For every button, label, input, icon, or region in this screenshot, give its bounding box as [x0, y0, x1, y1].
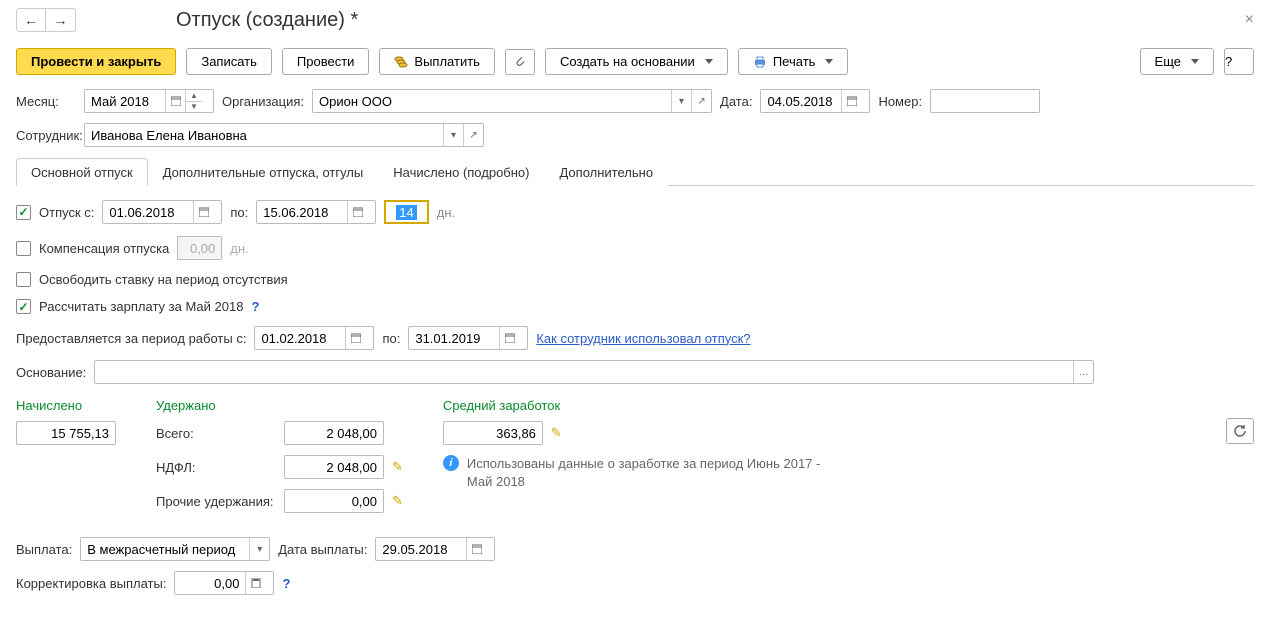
- ndfl-input[interactable]: [284, 455, 384, 479]
- calendar-icon[interactable]: [165, 90, 185, 112]
- dropdown-icon[interactable]: ▾: [443, 124, 463, 146]
- vacation-to-input[interactable]: [257, 201, 347, 223]
- compensation-input: [177, 236, 222, 260]
- post-and-close-button[interactable]: Провести и закрыть: [16, 48, 176, 75]
- days-value: 14: [396, 205, 416, 220]
- calendar-icon[interactable]: [345, 327, 365, 349]
- tab-accrued-detail[interactable]: Начислено (подробно): [378, 158, 544, 186]
- free-position-label: Освободить ставку на период отсутствия: [39, 272, 288, 287]
- info-icon: i: [443, 455, 459, 471]
- ellipsis-button[interactable]: …: [1073, 361, 1093, 383]
- pencil-icon[interactable]: ✎: [392, 493, 403, 509]
- month-label: Месяц:: [16, 94, 76, 109]
- correction-input[interactable]: [175, 572, 245, 594]
- calendar-icon[interactable]: [499, 327, 519, 349]
- vacation-from-label: Отпуск с:: [39, 205, 94, 220]
- payout-date-label: Дата выплаты:: [278, 542, 367, 557]
- calendar-icon[interactable]: [466, 538, 486, 560]
- avg-header: Средний заработок: [443, 398, 847, 413]
- paperclip-icon: [513, 55, 527, 69]
- calendar-icon[interactable]: [193, 201, 213, 223]
- other-input[interactable]: [284, 489, 384, 513]
- correction-label: Корректировка выплаты:: [16, 576, 166, 591]
- help-icon[interactable]: ?: [251, 299, 259, 314]
- month-up-button[interactable]: ▲: [186, 90, 202, 101]
- dropdown-icon[interactable]: ▾: [671, 90, 691, 112]
- compensation-checkbox[interactable]: [16, 241, 31, 256]
- help-button[interactable]: ?: [1224, 48, 1254, 75]
- other-label: Прочие удержания:: [156, 494, 276, 509]
- employee-input[interactable]: [85, 124, 443, 146]
- refresh-button[interactable]: [1226, 418, 1254, 444]
- nav-back-button[interactable]: ←: [16, 8, 46, 32]
- tab-extra-vacation[interactable]: Дополнительные отпуска, отгулы: [148, 158, 379, 186]
- dropdown-icon[interactable]: ▾: [249, 538, 269, 560]
- avg-info-text: Использованы данные о заработке за перио…: [467, 455, 847, 491]
- pay-button[interactable]: Выплатить: [379, 48, 495, 75]
- save-button[interactable]: Записать: [186, 48, 272, 75]
- days-count-box: 14: [384, 200, 428, 224]
- number-input[interactable]: [930, 89, 1040, 113]
- refresh-icon: [1233, 424, 1247, 438]
- compensation-days-label: дн.: [230, 241, 248, 256]
- page-title: Отпуск (создание) *: [176, 9, 358, 32]
- calc-salary-checkbox[interactable]: [16, 299, 31, 314]
- coins-icon: [394, 55, 408, 69]
- vacation-from-input[interactable]: [103, 201, 193, 223]
- date-input[interactable]: [761, 90, 841, 112]
- help-icon[interactable]: ?: [282, 576, 290, 591]
- ndfl-label: НДФЛ:: [156, 460, 276, 475]
- payout-select[interactable]: [81, 538, 249, 560]
- period-from-input[interactable]: [255, 327, 345, 349]
- pencil-icon[interactable]: ✎: [551, 425, 562, 441]
- avg-input[interactable]: [443, 421, 543, 445]
- create-from-button[interactable]: Создать на основании: [545, 48, 728, 75]
- pencil-icon[interactable]: ✎: [392, 459, 403, 475]
- employee-label: Сотрудник:: [16, 128, 76, 143]
- tab-additional[interactable]: Дополнительно: [544, 158, 668, 186]
- nav-forward-button[interactable]: →: [46, 8, 76, 32]
- withheld-header: Удержано: [156, 398, 403, 413]
- printer-icon: [753, 55, 767, 69]
- basis-label: Основание:: [16, 365, 86, 380]
- total-input[interactable]: [284, 421, 384, 445]
- open-icon[interactable]: ↗: [691, 90, 711, 112]
- print-button[interactable]: Печать: [738, 48, 849, 75]
- free-position-checkbox[interactable]: [16, 272, 31, 287]
- total-label: Всего:: [156, 426, 276, 441]
- close-button[interactable]: ×: [1245, 11, 1254, 29]
- tab-main-vacation[interactable]: Основной отпуск: [16, 158, 148, 186]
- compensation-label: Компенсация отпуска: [39, 241, 169, 256]
- month-down-button[interactable]: ▼: [186, 101, 202, 112]
- org-label: Организация:: [222, 94, 304, 109]
- period-to-label: по:: [382, 331, 400, 346]
- accrued-input[interactable]: [16, 421, 116, 445]
- vacation-usage-link[interactable]: Как сотрудник использовал отпуск?: [536, 331, 750, 346]
- calendar-icon[interactable]: [841, 90, 861, 112]
- vacation-checkbox[interactable]: [16, 205, 31, 220]
- calculator-icon[interactable]: [245, 572, 265, 594]
- accrued-header: Начислено: [16, 398, 116, 413]
- basis-input[interactable]: [95, 361, 1073, 383]
- period-to-input[interactable]: [409, 327, 499, 349]
- vacation-to-label: по:: [230, 205, 248, 220]
- month-input[interactable]: [85, 90, 165, 112]
- more-button[interactable]: Еще: [1140, 48, 1214, 75]
- calendar-icon[interactable]: [347, 201, 367, 223]
- payout-date-input[interactable]: [376, 538, 466, 560]
- days-label: дн.: [437, 205, 455, 220]
- attach-button[interactable]: [505, 49, 535, 75]
- org-input[interactable]: [313, 90, 671, 112]
- period-label: Предоставляется за период работы с:: [16, 331, 246, 346]
- calc-salary-label: Рассчитать зарплату за Май 2018: [39, 299, 243, 314]
- date-label: Дата:: [720, 94, 752, 109]
- open-icon[interactable]: ↗: [463, 124, 483, 146]
- post-button[interactable]: Провести: [282, 48, 370, 75]
- number-label: Номер:: [878, 94, 922, 109]
- payout-label: Выплата:: [16, 542, 72, 557]
